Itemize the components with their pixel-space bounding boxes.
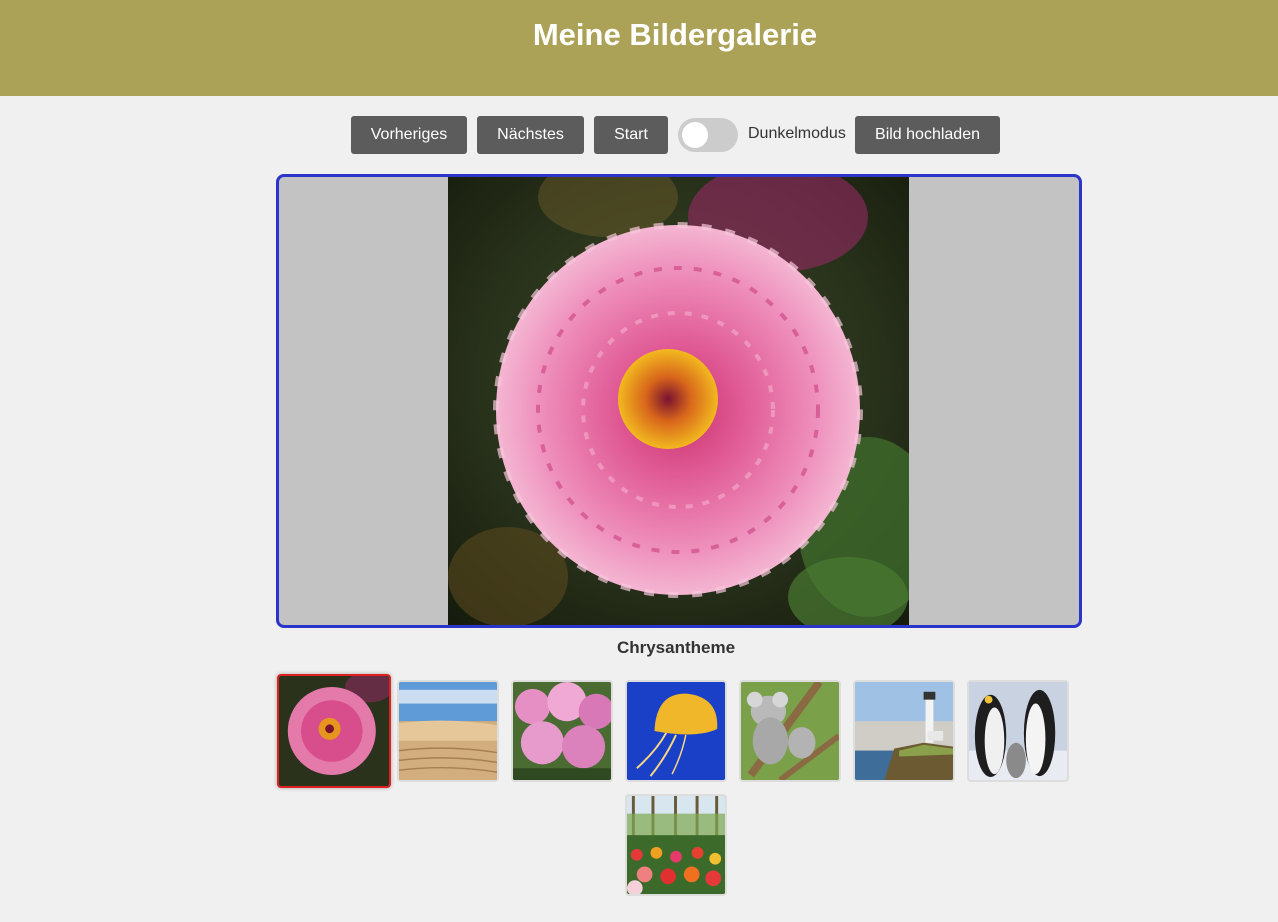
main-image-chrysanthemum: [448, 177, 909, 625]
header: Meine Bildergalerie: [0, 0, 1278, 96]
lighthouse-thumb-image: [855, 682, 953, 780]
image-viewer: [276, 174, 1082, 628]
dark-mode-toggle[interactable]: [678, 118, 738, 152]
chrysanthemum-thumb-image: [279, 676, 389, 786]
image-caption: Chrysantheme: [616, 638, 736, 657]
upload-image-button[interactable]: Bild hochladen: [855, 116, 1000, 154]
hydrangeas-thumb-image: [513, 682, 611, 780]
penguins-thumb-image: [969, 682, 1067, 780]
koala-thumb-image: [741, 682, 839, 780]
thumbnail-penguins[interactable]: [967, 680, 1069, 782]
dark-mode-label: Dunkelmodus: [748, 125, 846, 142]
next-button[interactable]: Nächstes: [477, 116, 584, 154]
thumbnail-desert[interactable]: [397, 680, 499, 782]
page-title: Meine Bildergalerie: [532, 17, 818, 52]
thumbnail-chrysanthemum[interactable]: [277, 674, 391, 788]
jellyfish-thumb-image: [627, 682, 725, 780]
previous-button[interactable]: Vorheriges: [351, 116, 467, 154]
thumbnail-jellyfish[interactable]: [625, 680, 727, 782]
start-button[interactable]: Start: [594, 116, 668, 154]
desert-thumb-image: [399, 682, 497, 780]
thumbnail-tulips[interactable]: [625, 794, 727, 896]
thumbnail-hydrangeas[interactable]: [511, 680, 613, 782]
tulips-thumb-image: [627, 796, 725, 894]
toggle-knob: [682, 122, 708, 148]
thumbnail-lighthouse[interactable]: [853, 680, 955, 782]
thumbnail-koala[interactable]: [739, 680, 841, 782]
